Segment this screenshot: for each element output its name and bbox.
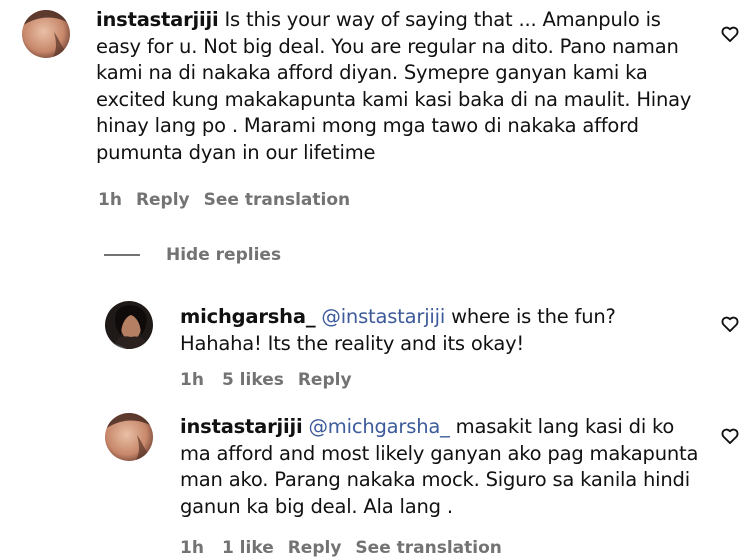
likes-count[interactable]: 5 likes (222, 370, 284, 390)
comment-username[interactable]: instastarjiji (96, 8, 219, 31)
reply-button[interactable]: Reply (298, 370, 352, 390)
hide-replies-label: Hide replies (166, 245, 282, 265)
mention-link[interactable]: @instastarjiji (321, 305, 445, 328)
divider (104, 254, 140, 256)
avatar[interactable] (105, 413, 153, 461)
mention-link[interactable]: @michgarsha_ (309, 415, 450, 438)
reply-button[interactable]: Reply (288, 538, 342, 558)
reply-time: 1h (180, 538, 204, 558)
comment-body: instastarjiji Is this your way of saying… (96, 7, 696, 166)
comment-text: Is this your way of saying that ... Aman… (96, 8, 692, 164)
avatar[interactable] (22, 10, 70, 58)
reply-body: michgarsha_ @instastarjiji where is the … (180, 304, 700, 357)
see-translation-button[interactable]: See translation (204, 190, 350, 210)
hide-replies-toggle[interactable]: Hide replies (104, 241, 281, 269)
reply-username[interactable]: instastarjiji (180, 415, 303, 438)
reply-meta: 1h 5 likes Reply (180, 370, 366, 390)
reply-time: 1h (180, 370, 204, 390)
heart-outline-icon[interactable] (720, 314, 740, 334)
comment-meta: 1h Reply See translation (98, 190, 364, 210)
reply-meta: 1h 1 like Reply See translation (180, 538, 516, 558)
heart-outline-icon[interactable] (720, 426, 740, 446)
comment-time: 1h (98, 190, 122, 210)
reply-button[interactable]: Reply (136, 190, 190, 210)
reply-username[interactable]: michgarsha_ (180, 305, 316, 328)
heart-outline-icon[interactable] (720, 24, 740, 44)
avatar[interactable] (105, 301, 153, 349)
see-translation-button[interactable]: See translation (355, 538, 501, 558)
reply-body: instastarjiji @michgarsha_ masakit lang … (180, 414, 700, 520)
likes-count[interactable]: 1 like (222, 538, 274, 558)
